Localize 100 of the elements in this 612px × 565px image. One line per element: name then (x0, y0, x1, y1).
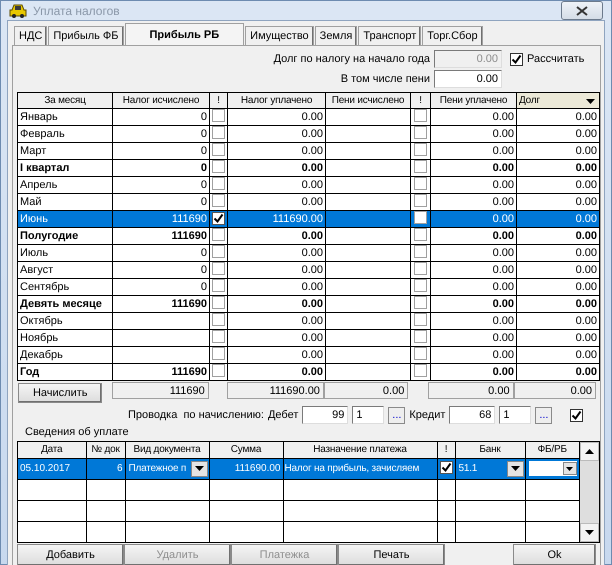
ok-button[interactable]: Ok (513, 544, 596, 565)
checkbox[interactable] (414, 126, 427, 139)
checkbox[interactable] (414, 178, 427, 190)
checkbox[interactable] (414, 144, 427, 156)
checkbox[interactable] (212, 348, 225, 360)
checkbox[interactable] (212, 262, 225, 275)
checkbox[interactable] (414, 110, 427, 122)
table-cell: 0.00 (228, 296, 326, 312)
checkbox[interactable] (414, 212, 427, 224)
checkbox[interactable] (510, 52, 523, 66)
table-cell: 0.00 (430, 108, 516, 126)
table-cell: Полугодие (18, 228, 112, 244)
dropdown-field[interactable] (528, 461, 576, 476)
checkbox[interactable] (414, 330, 427, 343)
table-cell: 0.00 (516, 160, 600, 176)
dropdown-button[interactable] (190, 460, 208, 476)
field-label: Дебет (268, 409, 298, 421)
checkbox[interactable] (212, 110, 225, 122)
column-header[interactable]: ! (437, 442, 455, 458)
input-field[interactable]: 1 (352, 406, 384, 424)
table-cell: 05.10.2017 (18, 458, 86, 479)
browse-button[interactable]: ... (388, 406, 406, 424)
checkbox[interactable] (212, 228, 225, 241)
tab[interactable]: Торг.Сбор (422, 26, 483, 45)
column-header[interactable]: Дата (18, 442, 86, 458)
table-cell: Ноябрь (18, 330, 112, 346)
checkbox[interactable] (212, 280, 225, 292)
checkbox[interactable] (212, 178, 225, 190)
checkbox[interactable] (414, 160, 427, 173)
checkbox[interactable] (212, 160, 225, 173)
checkbox[interactable] (440, 461, 452, 474)
checkbox[interactable] (414, 280, 427, 292)
column-header[interactable]: Банк (455, 442, 525, 458)
checkbox[interactable] (414, 364, 427, 377)
column-header[interactable]: № док (86, 442, 125, 458)
checkbox[interactable] (414, 246, 427, 258)
checkbox[interactable] (570, 408, 584, 422)
input-field[interactable]: 1 (499, 406, 532, 424)
input-field[interactable]: 68 (449, 406, 496, 424)
checkbox[interactable] (414, 194, 427, 207)
checkbox[interactable] (414, 314, 427, 326)
input-field[interactable]: 0.00 (434, 70, 502, 88)
column-header[interactable]: Вид документа (125, 442, 209, 458)
checkbox[interactable] (414, 228, 427, 241)
column-header[interactable]: ФБ/РБ (525, 442, 579, 458)
tab[interactable]: НДС (14, 26, 48, 45)
browse-button[interactable]: ... (535, 406, 552, 424)
table-cell: 0.00 (516, 312, 600, 330)
column-header[interactable]: Налог уплачено (228, 92, 326, 108)
checkbox[interactable] (212, 330, 225, 343)
tab[interactable]: Прибыль РБ (124, 23, 244, 45)
table-cell: 0 (112, 176, 210, 194)
scroll-down-icon[interactable] (585, 530, 594, 535)
column-header[interactable]: ! (210, 92, 228, 108)
table-cell: 0.00 (228, 364, 326, 380)
table-cell: 0.00 (430, 228, 516, 244)
checkbox[interactable] (212, 364, 225, 377)
tab[interactable]: Имущество (245, 26, 314, 45)
column-header[interactable]: ! (410, 92, 430, 108)
column-header[interactable]: Назначение платежа (283, 442, 437, 458)
tab[interactable]: Транспорт (358, 26, 422, 45)
dropdown-button[interactable] (506, 460, 524, 476)
dropdown-arrow-icon (586, 99, 595, 104)
checkbox[interactable] (212, 144, 225, 156)
table-cell: 0.00 (228, 108, 326, 126)
checkbox[interactable] (414, 296, 427, 309)
scroll-up-icon[interactable] (585, 449, 594, 454)
table-cell: 0.00 (516, 126, 600, 142)
table-cell: I квартал (18, 160, 112, 176)
checkbox[interactable] (212, 296, 225, 309)
column-header[interactable]: Долг (516, 92, 600, 108)
calculate-button[interactable]: Начислить (18, 383, 102, 403)
checkbox[interactable] (212, 246, 225, 258)
tab[interactable]: Прибыль ФБ (48, 26, 124, 45)
checkbox[interactable] (212, 194, 225, 207)
tab[interactable]: Земля (314, 26, 358, 45)
field-label: Кредит (409, 409, 446, 421)
table-cell: 0.00 (228, 160, 326, 176)
close-button[interactable] (561, 1, 603, 20)
table-cell: 111690 (112, 210, 210, 228)
table-cell: 0.00 (516, 262, 600, 278)
section-title: Сведения об уплате (24, 426, 130, 439)
toolbar-button[interactable]: Добавить (17, 544, 124, 565)
checkbox[interactable] (212, 212, 225, 224)
toolbar-button[interactable]: Печать (338, 544, 445, 565)
column-header[interactable]: Пени уплачено (430, 92, 516, 108)
table-cell: Апрель (18, 176, 112, 194)
input-field[interactable]: 99 (302, 406, 348, 424)
checkbox[interactable] (414, 262, 427, 275)
column-header[interactable]: Пени исчислено (326, 92, 410, 108)
scrollbar[interactable] (579, 442, 599, 542)
checkbox[interactable] (212, 126, 225, 139)
checkbox[interactable] (414, 348, 427, 360)
field-label: Долг по налогу на начало года (274, 53, 430, 65)
column-header[interactable]: За месяц (18, 92, 112, 108)
column-header[interactable]: Налог исчислено (112, 92, 210, 108)
checkbox[interactable] (212, 314, 225, 326)
column-header[interactable]: Сумма (209, 442, 283, 458)
table-cell: 0 (112, 108, 210, 126)
table-cell: 0.00 (228, 346, 326, 364)
